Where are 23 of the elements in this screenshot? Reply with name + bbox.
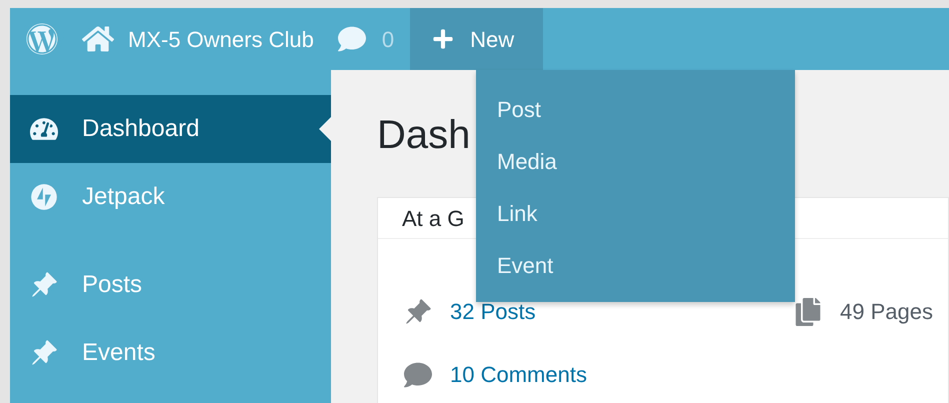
stat-link[interactable]: 10 Comments [450,358,587,391]
comment-icon [338,25,366,53]
pin-icon [30,339,58,367]
new-button[interactable]: New [410,8,544,70]
menu-item[interactable]: Post [476,83,795,135]
page-title: Dash [377,112,472,159]
home-icon [82,24,114,54]
gauge-icon [30,115,58,143]
wordpress-logo-icon[interactable] [26,23,58,55]
menu-item[interactable]: Media [476,135,795,187]
site-name-link[interactable]: MX-5 Owners Club [82,22,314,56]
comment-icon [404,360,432,388]
card-title: At a G [402,204,464,232]
comments-link[interactable]: 0 [338,22,394,56]
pin-icon [30,271,58,299]
menu-item[interactable]: Link [476,187,795,239]
jetpack-icon [30,183,58,211]
stat-count: 49 Pages [840,298,933,326]
plus-icon [432,28,454,50]
sidebar-item[interactable]: Dashboard [10,95,331,163]
pages-icon [794,298,822,326]
pin-icon [404,298,432,326]
menu-item[interactable]: Event [476,239,795,291]
